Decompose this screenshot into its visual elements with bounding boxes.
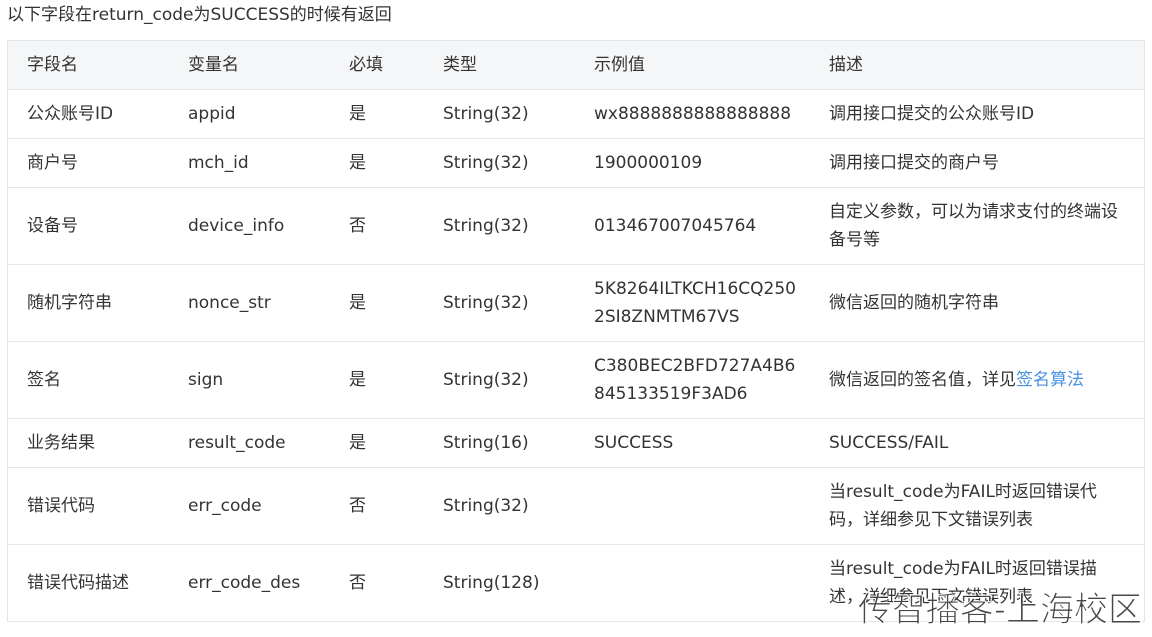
cell-type: String(32)	[424, 138, 575, 188]
cell-type: String(128)	[443, 573, 540, 593]
cell-field: 随机字符串	[8, 264, 169, 342]
table-row: 签名 sign 是 String(32) C380BEC2BFD727A4B68…	[8, 341, 1144, 419]
cell-var: nonce_str	[169, 264, 330, 342]
cell-var: err_code_des	[188, 573, 301, 593]
cell-desc: 自定义参数，可以为请求支付的终端设备号等	[810, 187, 1144, 265]
cell-required: 是	[330, 418, 424, 468]
cell-field: 签名	[8, 341, 169, 419]
cell-required: 否	[349, 573, 366, 593]
header-variable-name: 变量名	[169, 41, 330, 90]
cell-desc: 当result_code为FAIL时返回错误描述，详细参见下文错误列表	[829, 559, 1097, 607]
cell-example: SUCCESS	[575, 418, 810, 468]
cell-required: 是	[330, 264, 424, 342]
cell-var: sign	[169, 341, 330, 419]
cell-example: 013467007045764	[575, 187, 810, 265]
cell-desc: 当result_code为FAIL时返回错误代码，详细参见下文错误列表	[810, 467, 1144, 545]
cell-field: 公众账号ID	[8, 89, 169, 139]
cell-example	[575, 467, 810, 545]
cell-var: device_info	[169, 187, 330, 265]
cell-type: String(32)	[424, 89, 575, 139]
table-row: 商户号 mch_id 是 String(32) 1900000109 调用接口提…	[8, 138, 1144, 188]
page: 以下字段在return_code为SUCCESS的时候有返回 字段名 变量名 必…	[0, 0, 1152, 637]
cell-type: String(32)	[424, 341, 575, 419]
cell-desc: 调用接口提交的商户号	[810, 138, 1144, 188]
table-row: 设备号 device_info 否 String(32) 01346700704…	[8, 187, 1144, 265]
cell-var: appid	[169, 89, 330, 139]
table-header-row: 字段名 变量名 必填 类型 示例值 描述	[8, 41, 1144, 90]
cell-field: 错误代码	[8, 467, 169, 545]
cell-required: 是	[330, 341, 424, 419]
cell-field: 商户号	[8, 138, 169, 188]
header-required: 必填	[330, 41, 424, 90]
header-field-name: 字段名	[8, 41, 169, 90]
cell-field: 设备号	[8, 187, 169, 265]
header-description: 描述	[810, 41, 1144, 90]
cell-example: C380BEC2BFD727A4B6845133519F3AD6	[575, 341, 810, 419]
table-row: 错误代码 err_code 否 String(32) 当result_code为…	[8, 467, 1144, 545]
header-example: 示例值	[575, 41, 810, 90]
cell-example: 1900000109	[575, 138, 810, 188]
cell-desc: SUCCESS/FAIL	[810, 418, 1144, 468]
cell-field: 业务结果	[8, 418, 169, 468]
cell-desc: 微信返回的随机字符串	[810, 264, 1144, 342]
cell-var: mch_id	[169, 138, 330, 188]
cell-required: 否	[330, 187, 424, 265]
fields-table: 字段名 变量名 必填 类型 示例值 描述 公众账号ID appid 是 Stri…	[8, 41, 1144, 621]
cell-required: 是	[330, 89, 424, 139]
cell-type: String(16)	[424, 418, 575, 468]
signature-algorithm-link[interactable]: 签名算法	[1016, 370, 1084, 390]
cell-example: 5K8264ILTKCH16CQ2502SI8ZNMTM67VS	[575, 264, 810, 342]
header-type: 类型	[424, 41, 575, 90]
cell-type: String(32)	[424, 264, 575, 342]
intro-text: 以下字段在return_code为SUCCESS的时候有返回	[7, 5, 392, 25]
cell-example	[575, 545, 810, 622]
cell-required: 是	[330, 138, 424, 188]
table-row: 随机字符串 nonce_str 是 String(32) 5K8264ILTKC…	[8, 264, 1144, 342]
table-row: 错误代码描述 err_code_des 否 String(128) 当resul…	[8, 545, 1144, 622]
cell-type: String(32)	[424, 467, 575, 545]
cell-var: err_code	[169, 467, 330, 545]
cell-var: result_code	[169, 418, 330, 468]
table-row: 业务结果 result_code 是 String(16) SUCCESS SU…	[8, 418, 1144, 468]
cell-desc: 调用接口提交的公众账号ID	[810, 89, 1144, 139]
cell-field: 错误代码描述	[27, 573, 129, 593]
desc-text: 微信返回的签名值，详见	[829, 370, 1016, 390]
cell-required: 否	[330, 467, 424, 545]
cell-example: wx8888888888888888	[575, 89, 810, 139]
cell-desc: 微信返回的签名值，详见签名算法	[810, 341, 1144, 419]
cell-type: String(32)	[424, 187, 575, 265]
fields-table-container: 字段名 变量名 必填 类型 示例值 描述 公众账号ID appid 是 Stri…	[7, 40, 1145, 622]
table-row: 公众账号ID appid 是 String(32) wx888888888888…	[8, 89, 1144, 139]
